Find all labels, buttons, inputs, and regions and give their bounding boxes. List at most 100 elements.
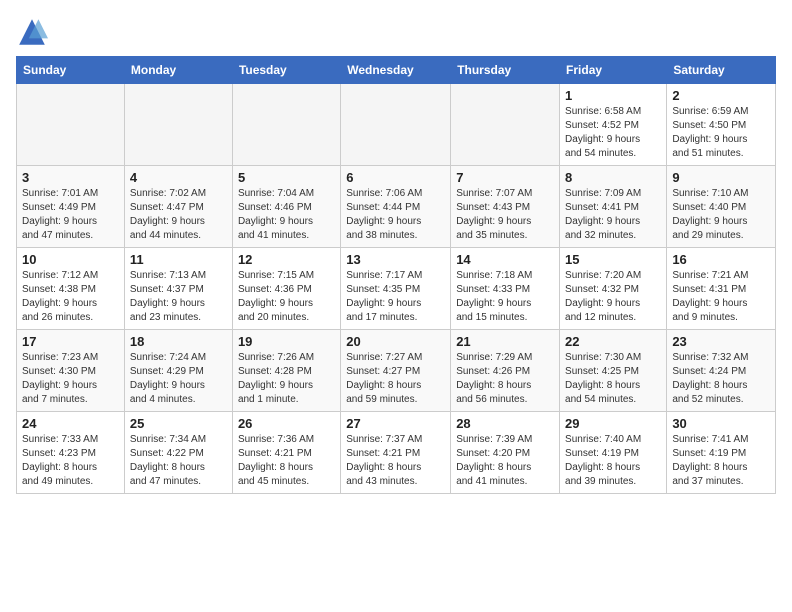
day-info: Sunrise: 7:01 AM Sunset: 4:49 PM Dayligh… — [22, 187, 119, 243]
day-info: Sunrise: 7:12 AM Sunset: 4:38 PM Dayligh… — [22, 269, 119, 325]
calendar-cell: 16 Sunrise: 7:21 AM Sunset: 4:31 PM Dayli… — [667, 248, 776, 330]
day-info: Sunrise: 7:30 AM Sunset: 4:25 PM Dayligh… — [565, 351, 661, 407]
day-number: 18 — [130, 334, 227, 349]
calendar-cell — [232, 84, 340, 166]
calendar-cell — [451, 84, 560, 166]
day-info: Sunrise: 7:39 AM Sunset: 4:20 PM Dayligh… — [456, 433, 554, 489]
column-header-friday: Friday — [560, 57, 667, 84]
day-number: 2 — [672, 88, 770, 103]
calendar-cell: 27Sunrise: 7:37 AM Sunset: 4:21 PM Dayli… — [341, 412, 451, 494]
calendar-cell: 2 Sunrise: 6:59 AM Sunset: 4:50 PM Daylig… — [667, 84, 776, 166]
day-info: Sunrise: 7:20 AM Sunset: 4:32 PM Dayligh… — [565, 269, 661, 325]
calendar-cell: 5 Sunrise: 7:04 AM Sunset: 4:46 PM Daylig… — [232, 166, 340, 248]
calendar-cell: 22 Sunrise: 7:30 AM Sunset: 4:25 PM Dayli… — [560, 330, 667, 412]
day-info: Sunrise: 7:27 AM Sunset: 4:27 PM Dayligh… — [346, 351, 445, 407]
day-info: Sunrise: 7:15 AM Sunset: 4:36 PM Dayligh… — [238, 269, 335, 325]
calendar-cell: 6 Sunrise: 7:06 AM Sunset: 4:44 PM Daylig… — [341, 166, 451, 248]
day-number: 20 — [346, 334, 445, 349]
column-header-sunday: Sunday — [17, 57, 125, 84]
calendar-week-row: 17Sunrise: 7:23 AM Sunset: 4:30 PM Dayli… — [17, 330, 776, 412]
calendar-cell: 7Sunrise: 7:07 AM Sunset: 4:43 PM Daylig… — [451, 166, 560, 248]
day-number: 17 — [22, 334, 119, 349]
day-number: 26 — [238, 416, 335, 431]
day-number: 28 — [456, 416, 554, 431]
day-info: Sunrise: 7:33 AM Sunset: 4:23 PM Dayligh… — [22, 433, 119, 489]
day-info: Sunrise: 7:36 AM Sunset: 4:21 PM Dayligh… — [238, 433, 335, 489]
calendar-cell: 10 Sunrise: 7:12 AM Sunset: 4:38 PM Dayli… — [17, 248, 125, 330]
day-number: 22 — [565, 334, 661, 349]
day-number: 25 — [130, 416, 227, 431]
day-info: Sunrise: 7:37 AM Sunset: 4:21 PM Dayligh… — [346, 433, 445, 489]
day-info: Sunrise: 7:04 AM Sunset: 4:46 PM Dayligh… — [238, 187, 335, 243]
day-info: Sunrise: 6:59 AM Sunset: 4:50 PM Dayligh… — [672, 105, 770, 161]
calendar-cell: 3 Sunrise: 7:01 AM Sunset: 4:49 PM Daylig… — [17, 166, 125, 248]
day-info: Sunrise: 7:41 AM Sunset: 4:19 PM Dayligh… — [672, 433, 770, 489]
calendar-cell: 26 Sunrise: 7:36 AM Sunset: 4:21 PM Dayli… — [232, 412, 340, 494]
column-header-wednesday: Wednesday — [341, 57, 451, 84]
calendar-header-row: SundayMondayTuesdayWednesdayThursdayFrid… — [17, 57, 776, 84]
day-info: Sunrise: 7:29 AM Sunset: 4:26 PM Dayligh… — [456, 351, 554, 407]
column-header-saturday: Saturday — [667, 57, 776, 84]
page-header — [16, 16, 776, 48]
day-info: Sunrise: 7:26 AM Sunset: 4:28 PM Dayligh… — [238, 351, 335, 407]
day-info: Sunrise: 7:17 AM Sunset: 4:35 PM Dayligh… — [346, 269, 445, 325]
day-info: Sunrise: 7:18 AM Sunset: 4:33 PM Dayligh… — [456, 269, 554, 325]
day-info: Sunrise: 7:32 AM Sunset: 4:24 PM Dayligh… — [672, 351, 770, 407]
day-info: Sunrise: 7:24 AM Sunset: 4:29 PM Dayligh… — [130, 351, 227, 407]
calendar-cell: 23 Sunrise: 7:32 AM Sunset: 4:24 PM Dayli… — [667, 330, 776, 412]
calendar-cell: 28 Sunrise: 7:39 AM Sunset: 4:20 PM Dayli… — [451, 412, 560, 494]
day-number: 29 — [565, 416, 661, 431]
calendar-cell — [124, 84, 232, 166]
calendar-cell: 17Sunrise: 7:23 AM Sunset: 4:30 PM Dayli… — [17, 330, 125, 412]
day-number: 3 — [22, 170, 119, 185]
day-info: Sunrise: 7:09 AM Sunset: 4:41 PM Dayligh… — [565, 187, 661, 243]
logo-icon — [16, 16, 48, 48]
day-info: Sunrise: 7:10 AM Sunset: 4:40 PM Dayligh… — [672, 187, 770, 243]
day-number: 13 — [346, 252, 445, 267]
day-info: Sunrise: 7:40 AM Sunset: 4:19 PM Dayligh… — [565, 433, 661, 489]
calendar-cell: 14Sunrise: 7:18 AM Sunset: 4:33 PM Dayli… — [451, 248, 560, 330]
day-number: 1 — [565, 88, 661, 103]
calendar-cell: 19 Sunrise: 7:26 AM Sunset: 4:28 PM Dayli… — [232, 330, 340, 412]
logo — [16, 16, 52, 48]
calendar-cell: 8Sunrise: 7:09 AM Sunset: 4:41 PM Daylig… — [560, 166, 667, 248]
calendar-cell: 18 Sunrise: 7:24 AM Sunset: 4:29 PM Dayli… — [124, 330, 232, 412]
day-number: 24 — [22, 416, 119, 431]
day-number: 9 — [672, 170, 770, 185]
day-info: Sunrise: 7:06 AM Sunset: 4:44 PM Dayligh… — [346, 187, 445, 243]
calendar-cell: 4 Sunrise: 7:02 AM Sunset: 4:47 PM Daylig… — [124, 166, 232, 248]
column-header-thursday: Thursday — [451, 57, 560, 84]
day-number: 12 — [238, 252, 335, 267]
day-info: Sunrise: 7:21 AM Sunset: 4:31 PM Dayligh… — [672, 269, 770, 325]
calendar-cell: 11 Sunrise: 7:13 AM Sunset: 4:37 PM Dayli… — [124, 248, 232, 330]
day-number: 23 — [672, 334, 770, 349]
calendar-cell: 15 Sunrise: 7:20 AM Sunset: 4:32 PM Dayli… — [560, 248, 667, 330]
day-number: 16 — [672, 252, 770, 267]
day-number: 15 — [565, 252, 661, 267]
day-number: 5 — [238, 170, 335, 185]
day-number: 10 — [22, 252, 119, 267]
day-info: Sunrise: 7:02 AM Sunset: 4:47 PM Dayligh… — [130, 187, 227, 243]
calendar-cell: 21 Sunrise: 7:29 AM Sunset: 4:26 PM Dayli… — [451, 330, 560, 412]
day-number: 6 — [346, 170, 445, 185]
calendar-week-row: 24 Sunrise: 7:33 AM Sunset: 4:23 PM Dayli… — [17, 412, 776, 494]
calendar-cell — [17, 84, 125, 166]
calendar-cell: 29 Sunrise: 7:40 AM Sunset: 4:19 PM Dayli… — [560, 412, 667, 494]
calendar-cell — [341, 84, 451, 166]
calendar-cell: 12 Sunrise: 7:15 AM Sunset: 4:36 PM Dayli… — [232, 248, 340, 330]
calendar-week-row: 10 Sunrise: 7:12 AM Sunset: 4:38 PM Dayli… — [17, 248, 776, 330]
calendar-week-row: 3 Sunrise: 7:01 AM Sunset: 4:49 PM Daylig… — [17, 166, 776, 248]
day-number: 21 — [456, 334, 554, 349]
day-info: Sunrise: 7:13 AM Sunset: 4:37 PM Dayligh… — [130, 269, 227, 325]
day-info: Sunrise: 6:58 AM Sunset: 4:52 PM Dayligh… — [565, 105, 661, 161]
day-number: 4 — [130, 170, 227, 185]
column-header-monday: Monday — [124, 57, 232, 84]
day-number: 30 — [672, 416, 770, 431]
day-number: 11 — [130, 252, 227, 267]
calendar-cell: 25Sunrise: 7:34 AM Sunset: 4:22 PM Dayli… — [124, 412, 232, 494]
calendar-week-row: 1 Sunrise: 6:58 AM Sunset: 4:52 PM Daylig… — [17, 84, 776, 166]
day-number: 19 — [238, 334, 335, 349]
column-header-tuesday: Tuesday — [232, 57, 340, 84]
calendar-cell: 20 Sunrise: 7:27 AM Sunset: 4:27 PM Dayli… — [341, 330, 451, 412]
calendar-cell: 24 Sunrise: 7:33 AM Sunset: 4:23 PM Dayli… — [17, 412, 125, 494]
